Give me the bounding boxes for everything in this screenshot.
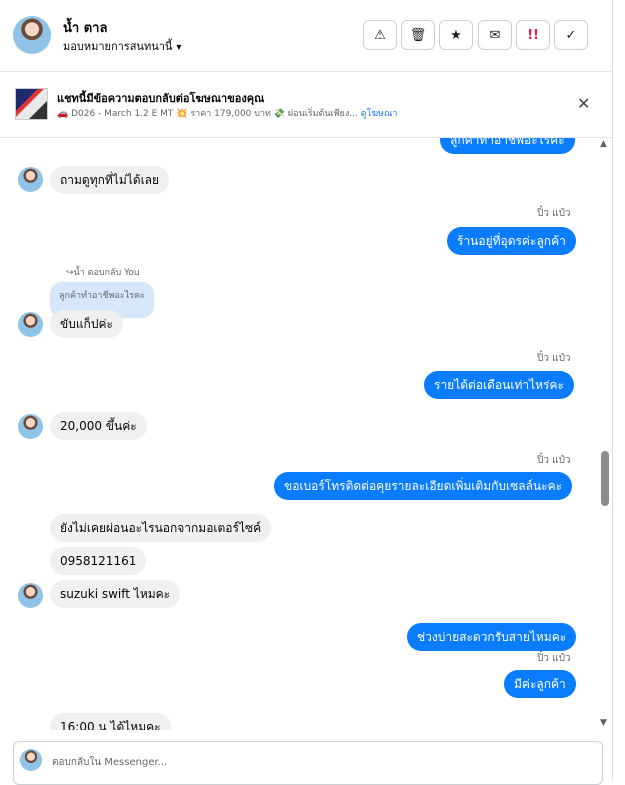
message-thread: ลูกค้าทำอาชีพอะไรคะ ถามดูทุกที่ไม่ได้เลย… xyxy=(0,138,613,730)
sender-name: ปิ๋ว แป๋ว xyxy=(537,208,571,219)
chevron-down-icon: ▾ xyxy=(176,42,182,53)
message-bubble-outgoing[interactable]: ช่วงบ่ายสะดวกรับสายไหมคะ xyxy=(407,623,577,651)
contact-avatar-small xyxy=(18,167,43,192)
contact-avatar[interactable] xyxy=(13,16,51,54)
message-bubble-outgoing[interactable]: รายได้ต่อเดือนเท่าไหร่คะ xyxy=(424,371,574,399)
scroll-up-arrow[interactable]: ▲ xyxy=(600,139,607,149)
message-bubble-incoming[interactable]: ถามดูทุกที่ไม่ได้เลย xyxy=(50,166,170,194)
reply-indicator: ↪น้ำ ตอบกลับ You xyxy=(66,268,140,278)
star-button[interactable]: ★ xyxy=(439,20,473,50)
message-bubble-outgoing[interactable]: ลูกค้าทำอาชีพอะไรคะ xyxy=(440,138,575,154)
star-icon: ★ xyxy=(450,27,462,43)
page-avatar xyxy=(20,749,42,771)
message-bubble-incoming[interactable]: ยังไม่เคยผ่อนอะไรนอกจากมอเตอร์ไซค์ xyxy=(50,514,272,542)
contact-avatar-small xyxy=(18,312,43,337)
message-bubble-outgoing[interactable]: ร้านอยู่ที่อุดรค่ะลูกค้า xyxy=(447,227,576,255)
message-bubble-outgoing[interactable]: มีค่ะลูกค้า xyxy=(504,670,576,698)
check-icon: ✓ xyxy=(565,27,577,43)
message-bubble-incoming[interactable]: 20,000 ขึ้นค่ะ xyxy=(50,412,147,440)
message-bubble-incoming[interactable]: 0958121161 xyxy=(50,547,147,575)
ad-thumbnail[interactable] xyxy=(15,88,48,120)
message-bubble-outgoing[interactable]: ขอเบอร์โทรติดต่อคุยรายละเอียดเพิ่มเติมกั… xyxy=(274,472,573,500)
envelope-open-icon: ✉ xyxy=(489,27,501,43)
assign-conversation-dropdown[interactable]: มอบหมายการสนทนานี้ ▾ xyxy=(63,37,181,55)
done-button[interactable]: ✓ xyxy=(554,20,588,50)
close-icon[interactable]: ✕ xyxy=(577,94,590,113)
delete-button[interactable]: 🗑 xyxy=(401,20,435,50)
conversation-panel: น้ำ ตาล มอบหมายการสนทนานี้ ▾ ⚠ 🗑 ★ ✉ !! ✓… xyxy=(0,0,613,785)
message-bubble-incoming[interactable]: suzuki swift ไหมคะ xyxy=(50,580,181,608)
scrollbar-thumb[interactable] xyxy=(601,451,609,506)
sender-name: ปิ๋ว แป๋ว xyxy=(537,455,571,466)
priority-icon: !! xyxy=(527,27,539,43)
mark-unread-button[interactable]: ✉ xyxy=(478,20,512,50)
message-bubble-incoming[interactable]: 16:00 น ได้ไหมคะ xyxy=(50,713,171,730)
message-bubble-incoming[interactable]: ขับแก็ปค่ะ xyxy=(50,310,123,338)
report-button[interactable]: ⚠ xyxy=(363,20,397,50)
priority-button[interactable]: !! xyxy=(516,20,550,50)
scroll-down-arrow[interactable]: ▼ xyxy=(600,718,607,728)
ad-banner-title: แชทนี้มีข้อความตอบกลับต่อโฆษณาของคุณ xyxy=(57,92,265,105)
ad-description: 🚗 D026 - March 1.2 E MT 💥 ราคา 179,000 บ… xyxy=(57,109,358,119)
warning-icon: ⚠ xyxy=(374,27,386,43)
contact-name[interactable]: น้ำ ตาล xyxy=(63,17,107,38)
ad-banner-details: 🚗 D026 - March 1.2 E MT 💥 ราคา 179,000 บ… xyxy=(57,106,397,120)
sender-name: ปิ๋ว แป๋ว xyxy=(537,353,571,364)
trash-icon: 🗑 xyxy=(409,27,427,43)
contact-avatar-small xyxy=(18,414,43,439)
view-ad-link[interactable]: ดูโฆษณา xyxy=(361,109,398,119)
reply-input-placeholder[interactable]: ตอบกลับใน Messenger... xyxy=(52,755,167,770)
contact-avatar-small xyxy=(18,583,43,608)
sender-name: ปิ๋ว แป๋ว xyxy=(537,653,571,664)
assign-label: มอบหมายการสนทนานี้ xyxy=(63,40,173,53)
